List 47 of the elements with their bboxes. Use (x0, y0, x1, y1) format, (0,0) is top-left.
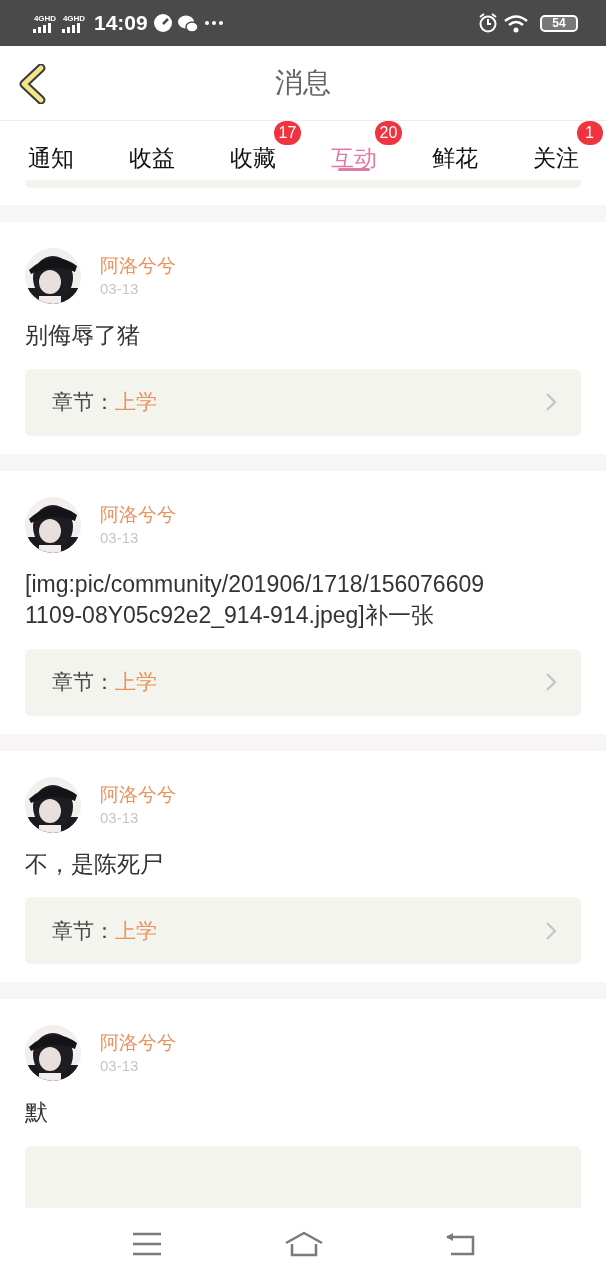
wifi-icon (504, 13, 528, 33)
more-icon (204, 20, 223, 26)
chapter-box[interactable]: 章节：上学 (25, 368, 581, 436)
home-button[interactable] (284, 1231, 324, 1257)
back-arrow-icon (445, 1232, 476, 1256)
count-badge: 17 (273, 121, 302, 145)
count-badge: 20 (374, 121, 403, 145)
active-tab-indicator (337, 168, 370, 171)
tab[interactable]: 通知 (27, 121, 74, 180)
message-date: 03-13 (100, 807, 140, 828)
signal-icon (33, 22, 51, 33)
signal-icon (62, 22, 80, 33)
tab[interactable]: 收藏 (229, 121, 276, 180)
chapter-box[interactable]: 章节：上学 (25, 648, 581, 716)
network-label: 4GHD (62, 13, 86, 23)
chapter-box[interactable]: 章节：上学 (25, 897, 581, 964)
menu-icon (130, 1231, 163, 1257)
alarm-icon (478, 13, 498, 33)
battery-level: 54 (540, 14, 578, 32)
message-text: 别侮辱了猪 (25, 321, 141, 350)
count-badge: 1 (576, 121, 603, 145)
home-icon (284, 1231, 324, 1257)
message-date: 03-13 (100, 1056, 140, 1076)
message-date: 03-13 (100, 527, 140, 548)
message-text: 不，是陈死尸 (25, 849, 164, 879)
chapter-name: 上学 (115, 389, 158, 416)
tab[interactable]: 关注 (532, 121, 579, 180)
tab[interactable]: 鲜花 (431, 121, 478, 180)
menu-button[interactable] (130, 1231, 163, 1257)
chapter-name: 上学 (115, 669, 158, 696)
chapter-label: 章节： (52, 917, 115, 945)
chapter-label: 章节： (52, 389, 115, 416)
chevron-right-icon (545, 920, 557, 941)
chat-icon (177, 13, 199, 33)
chapter-label: 章节： (52, 669, 115, 696)
message-date: 03-13 (100, 279, 140, 299)
message-text: 默 (25, 1098, 49, 1127)
message-text: [img:pic/community/201906/1718/1560766091109-08Y05c92e2_914-914.jpeg]补一张 (25, 569, 486, 630)
tab[interactable]: 收益 (128, 121, 175, 180)
network-label: 4GHD (33, 13, 57, 23)
clock-time: 14:09 (94, 11, 148, 35)
back-arrow-button[interactable] (445, 1232, 476, 1256)
chapter-name: 上学 (115, 917, 158, 945)
page-title: 消息 (275, 65, 331, 101)
chevron-right-icon (545, 672, 557, 692)
chevron-right-icon (545, 392, 557, 412)
speedometer-icon (153, 14, 172, 32)
